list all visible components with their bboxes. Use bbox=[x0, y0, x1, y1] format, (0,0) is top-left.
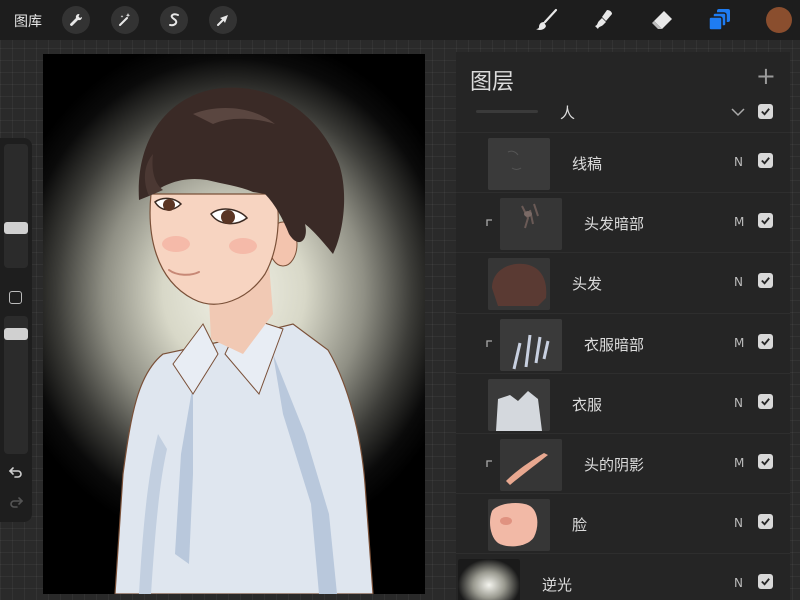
layer-group-row[interactable]: 人 bbox=[456, 98, 790, 126]
clipping-mask-icon bbox=[486, 339, 492, 347]
group-visibility-checkbox[interactable] bbox=[758, 104, 773, 119]
color-picker-swatch[interactable] bbox=[766, 7, 792, 33]
magic-wand-icon[interactable] bbox=[111, 6, 139, 34]
left-sidebar bbox=[0, 138, 32, 522]
wrench-icon[interactable] bbox=[62, 6, 90, 34]
opacity-thumb[interactable] bbox=[4, 328, 28, 340]
blend-mode-button[interactable]: N bbox=[734, 275, 743, 289]
gallery-button[interactable]: 图库 bbox=[14, 11, 42, 31]
layer-visibility-checkbox[interactable] bbox=[758, 514, 773, 530]
layer-visibility-checkbox[interactable] bbox=[758, 153, 773, 168]
blend-mode-button[interactable]: M bbox=[734, 336, 744, 350]
layer-thumbnail[interactable] bbox=[488, 138, 550, 190]
layer-row[interactable]: 线稿 N bbox=[456, 132, 790, 192]
layer-thumbnail[interactable] bbox=[500, 439, 562, 491]
layer-visibility-checkbox[interactable] bbox=[758, 273, 773, 289]
portrait-illustration bbox=[114, 87, 374, 594]
group-name: 人 bbox=[560, 104, 576, 122]
drawing-canvas[interactable] bbox=[43, 54, 425, 594]
blend-mode-button[interactable]: N bbox=[734, 516, 743, 530]
layer-visibility-checkbox[interactable] bbox=[758, 574, 773, 590]
layer-name: 头发 bbox=[572, 275, 603, 294]
clipping-mask-icon bbox=[486, 219, 492, 227]
blend-mode-button[interactable]: M bbox=[734, 215, 744, 229]
undo-icon[interactable] bbox=[8, 464, 24, 480]
layer-name: 衣服 bbox=[572, 395, 603, 414]
layers-title: 图层 bbox=[470, 70, 515, 95]
layer-name: 头发暗部 bbox=[584, 215, 645, 234]
top-toolbar: 图库 bbox=[0, 0, 800, 40]
transform-arrow-icon[interactable] bbox=[209, 6, 237, 34]
clipping-mask-icon bbox=[486, 460, 492, 467]
modify-button[interactable] bbox=[9, 291, 22, 304]
layer-name: 衣服暗部 bbox=[584, 335, 645, 354]
chevron-down-icon[interactable] bbox=[730, 104, 746, 120]
layer-visibility-checkbox[interactable] bbox=[758, 213, 773, 229]
layer-row[interactable]: 头发暗部 M bbox=[456, 192, 790, 252]
layer-row[interactable]: 衣服 N bbox=[456, 372, 790, 433]
layer-visibility-checkbox[interactable] bbox=[758, 333, 773, 349]
group-thumbnail-bar bbox=[476, 110, 538, 113]
brush-size-slider[interactable] bbox=[4, 144, 28, 268]
layer-thumbnail[interactable] bbox=[500, 318, 562, 371]
layer-thumbnail[interactable] bbox=[488, 258, 550, 311]
blend-mode-button[interactable]: N bbox=[734, 155, 743, 169]
layer-thumbnail[interactable] bbox=[458, 559, 520, 600]
layer-visibility-checkbox[interactable] bbox=[758, 393, 773, 409]
brush-size-thumb[interactable] bbox=[4, 222, 28, 234]
add-layer-button[interactable]: + bbox=[756, 64, 776, 88]
layer-row[interactable]: 头的阴影 M bbox=[456, 433, 790, 493]
layer-name: 线稿 bbox=[572, 155, 603, 173]
brush-icon[interactable] bbox=[533, 6, 561, 34]
smudge-icon[interactable] bbox=[590, 6, 618, 34]
layer-name: 头的阴影 bbox=[584, 456, 645, 474]
eraser-icon[interactable] bbox=[648, 6, 676, 34]
layers-panel: 图层 + 人 线稿 N 头发暗部 M 头发 N 衣服暗部 M 衣服 N 头的阴影 M 脸 N 逆光 N bbox=[456, 52, 790, 600]
selection-s-icon[interactable] bbox=[160, 6, 188, 34]
layer-thumbnail[interactable] bbox=[488, 499, 550, 552]
layer-visibility-checkbox[interactable] bbox=[758, 454, 773, 469]
layer-row[interactable]: 头发 N bbox=[456, 252, 790, 312]
blend-mode-button[interactable]: M bbox=[734, 456, 744, 470]
layer-row[interactable]: 脸N bbox=[456, 493, 790, 553]
layer-name: 脸 bbox=[572, 516, 588, 535]
layers-icon[interactable] bbox=[706, 6, 734, 34]
layer-row[interactable]: 衣服暗部 M bbox=[456, 312, 790, 373]
layer-thumbnail[interactable] bbox=[500, 198, 562, 251]
blend-mode-button[interactable]: N bbox=[734, 396, 743, 410]
blend-mode-button[interactable]: N bbox=[734, 576, 743, 590]
redo-icon[interactable] bbox=[8, 494, 24, 510]
layer-row[interactable]: 逆光 N bbox=[456, 553, 790, 600]
layer-name: 逆光 bbox=[542, 576, 573, 595]
layer-thumbnail[interactable] bbox=[488, 378, 550, 431]
